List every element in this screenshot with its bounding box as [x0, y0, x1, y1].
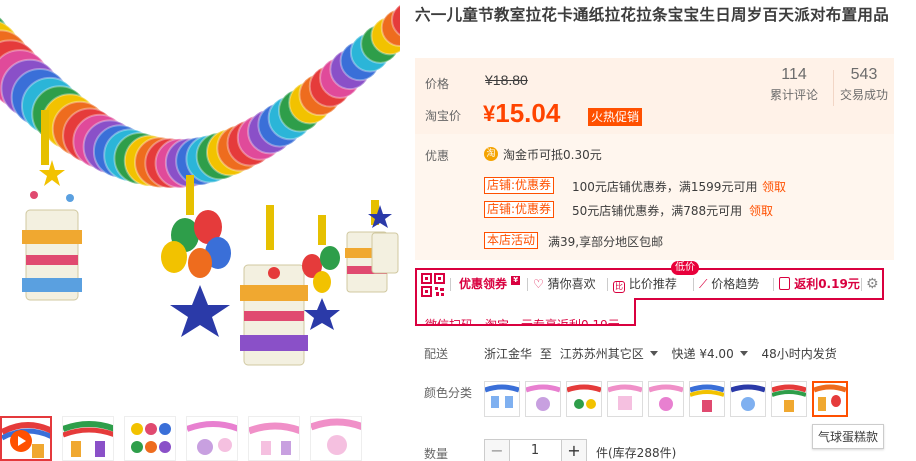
color-swatch-3[interactable] [566, 381, 602, 417]
shipping-label: 配送 [424, 347, 449, 361]
sales-count: 543 [850, 66, 878, 83]
current-price-value: 15.04 [495, 98, 561, 128]
ship-method: 快递 ¥4.00 [671, 347, 734, 361]
qr-code-icon[interactable] [421, 273, 445, 297]
toolbar-divider [450, 278, 451, 291]
discount-label: 优惠 [425, 149, 450, 163]
ship-destination-select[interactable]: 江苏苏州其它区 [560, 347, 668, 361]
toolbar-divider [607, 278, 608, 291]
review-stat[interactable]: 114 累计评论 [765, 66, 823, 103]
toolbar-guess-button[interactable]: ♡ 猜你喜欢 [533, 270, 596, 298]
quantity-increase-button[interactable]: + [561, 439, 587, 461]
stat-divider [833, 70, 834, 106]
garland-illustration [0, 3, 400, 366]
ship-time: 48小时内发货 [761, 347, 837, 361]
quantity-label: 数量 [424, 447, 449, 461]
price-label: 价格 [425, 77, 450, 91]
product-main-image[interactable] [0, 0, 400, 400]
toolbar-guess-label: 猜你喜欢 [547, 277, 596, 291]
toolbar-rebate-label: 返利0.19元 [794, 277, 860, 291]
settings-gear-icon[interactable]: ⚙ [866, 270, 879, 298]
discount-panel: 优惠 淘 淘金币可抵0.30元 店铺:优惠券 100元店铺优惠券，满1599元可… [415, 134, 894, 260]
dropdown-peek-text: 微信扫码，淘宝一元专享返利0.19元 [425, 318, 620, 326]
toolbar-trend-button[interactable]: ⟋ 价格趋势 [699, 270, 759, 298]
trend-chart-icon: ⟋ [699, 277, 708, 291]
coupon-desc-2: 50元店铺优惠券，满788元可用 [572, 204, 743, 218]
color-swatch-1[interactable] [484, 381, 520, 417]
sales-stat: 543 交易成功 [835, 66, 893, 103]
coupon-claim-button-2[interactable]: 领取 [749, 202, 773, 219]
thumbnail-6[interactable] [310, 416, 362, 461]
color-swatch-6[interactable] [689, 381, 725, 417]
coupon-desc-1: 100元店铺优惠券，满1599元可用 [572, 180, 758, 194]
quantity-input[interactable]: 1 [509, 439, 561, 461]
chevron-down-icon [649, 351, 658, 356]
ship-to-word: 至 [539, 347, 552, 361]
thumbnail-2[interactable] [62, 416, 114, 461]
coupon-dropdown-panel: 微信扫码，淘宝一元专享返利0.19元 [415, 298, 636, 326]
product-title: 六一儿童节教室拉花卡通纸拉花拉条宝宝生日周岁百天派对布置用品 [415, 6, 890, 24]
price-panel: 价格 ¥18.80 淘宝价 ¥15.04 火热促销 114 累计评论 543 交… [415, 58, 894, 134]
taobao-coin-icon: 淘 [484, 147, 498, 161]
thumbnail-5[interactable] [248, 416, 300, 461]
promo-badge: 火热促销 [588, 108, 643, 126]
thumbnail-strip [0, 416, 400, 461]
thumbnail-4[interactable] [186, 416, 238, 461]
coupon-claim-button-1[interactable]: 领取 [762, 178, 786, 195]
toolbar-divider [527, 278, 528, 291]
toolbar-divider [773, 278, 774, 291]
rebate-icon [779, 277, 790, 290]
chevron-down-icon [739, 351, 748, 356]
review-label: 累计评论 [769, 88, 818, 102]
color-swatch-5[interactable] [648, 381, 684, 417]
original-price: ¥18.80 [485, 72, 528, 88]
currency-symbol: ¥ [483, 101, 496, 126]
coupon-tag-1: 店铺:优惠券 [484, 177, 555, 194]
taobao-price-label: 淘宝价 [425, 109, 462, 123]
color-label: 颜色分类 [424, 386, 473, 400]
toolbar-compare-button[interactable]: 比 比价推荐 [613, 270, 677, 298]
heart-icon: ♡ [533, 277, 544, 291]
review-count: 114 [781, 66, 807, 83]
quantity-decrease-button[interactable]: − [484, 439, 510, 461]
stock-text: 件(库存288件) [596, 446, 677, 460]
toolbar-rebate-button[interactable]: 返利0.19元 [779, 270, 860, 298]
activity-tag: 本店活动 [484, 232, 539, 249]
swatch-tooltip: 气球蛋糕款 [812, 424, 885, 449]
play-icon [10, 430, 32, 452]
sales-label: 交易成功 [839, 88, 888, 102]
low-price-badge: 低价 [671, 261, 699, 275]
compare-icon: 比 [613, 281, 625, 293]
coin-deduction: 淘金币可抵0.30元 [503, 148, 602, 162]
color-swatch-7[interactable] [730, 381, 766, 417]
color-swatch-balloon-cake[interactable] [812, 381, 848, 417]
coupon-tag-2: 店铺:优惠券 [484, 201, 555, 218]
ship-from: 浙江金华 [484, 347, 533, 361]
color-swatch-4[interactable] [607, 381, 643, 417]
activity-desc: 满39,享部分地区包邮 [548, 235, 664, 249]
color-swatch-8[interactable] [771, 381, 807, 417]
price-plugin-toolbar: 优惠领券 ¥ ♡ 猜你喜欢 比 比价推荐 低价 ⟋ 价格趋势 返利0.19元 ⚙ [415, 261, 884, 300]
toolbar-divider [861, 278, 862, 291]
shipping-row: 浙江金华 至 江苏苏州其它区 快递 ¥4.00 48小时内发货 [484, 345, 837, 362]
current-price: ¥15.04 [483, 98, 560, 129]
thumbnail-video[interactable] [0, 416, 52, 461]
toolbar-trend-label: 价格趋势 [711, 277, 760, 291]
toolbar-divider [693, 278, 694, 291]
toolbar-coupon-label: 优惠领券 [459, 277, 508, 291]
toolbar-compare-label: 比价推荐 [628, 277, 677, 291]
color-swatch-2[interactable] [525, 381, 561, 417]
toolbar-coupon-button[interactable]: 优惠领券 ¥ [459, 270, 521, 298]
ship-method-select[interactable]: 快递 ¥4.00 [672, 347, 758, 361]
thumbnail-3[interactable] [124, 416, 176, 461]
ship-destination: 江苏苏州其它区 [559, 347, 644, 361]
coupon-ticket-icon: ¥ [511, 276, 521, 285]
